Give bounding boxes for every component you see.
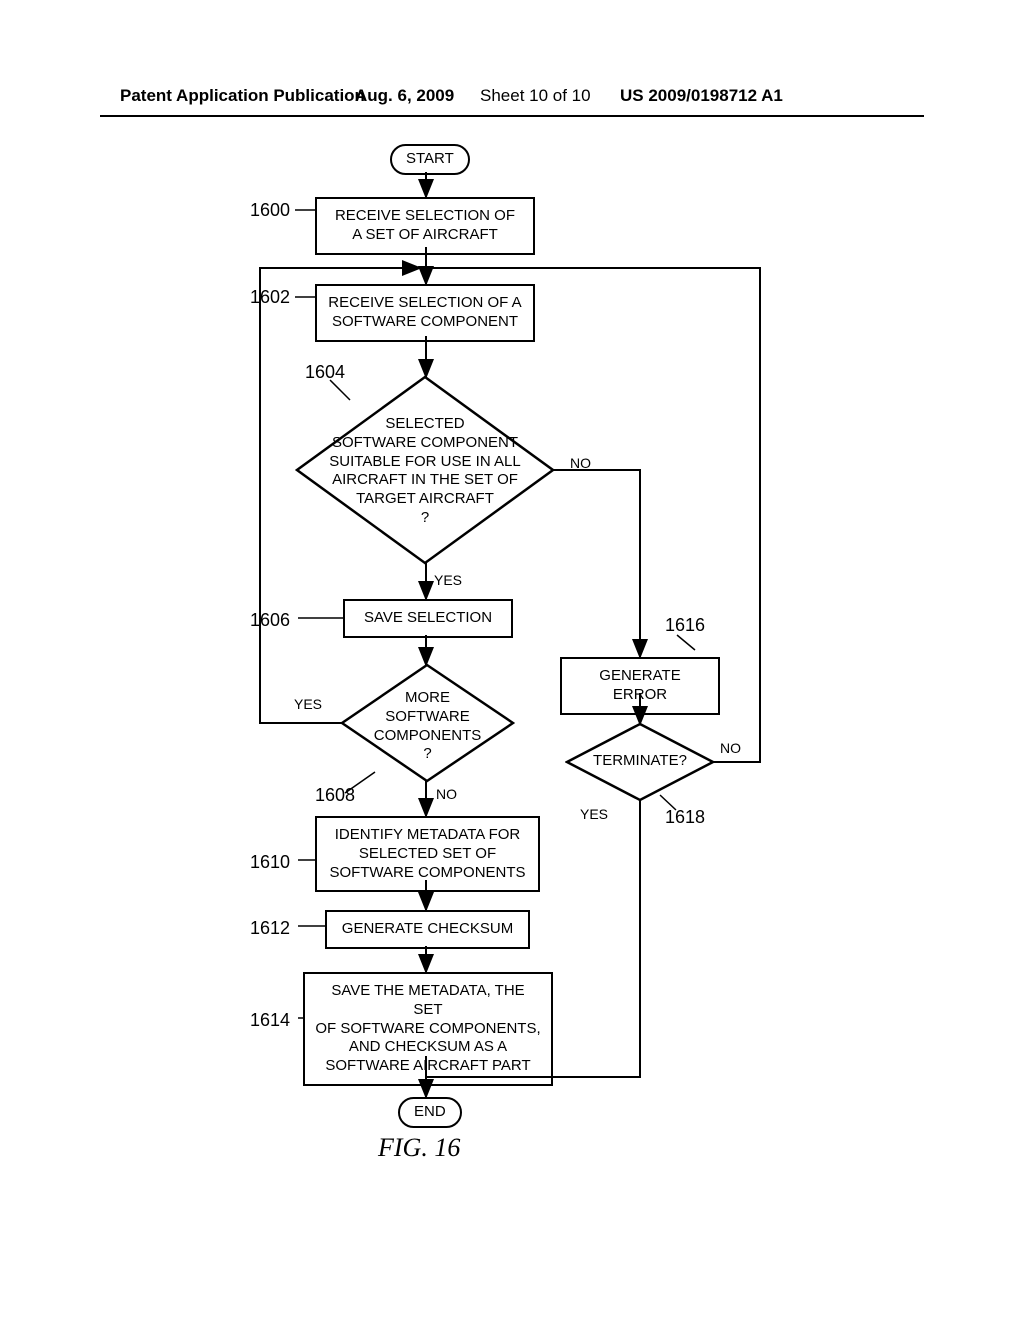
publication-label: Patent Application Publication <box>120 86 365 106</box>
sheet-number: Sheet 10 of 10 <box>480 86 591 106</box>
publication-date: Aug. 6, 2009 <box>355 86 454 106</box>
connectors <box>120 140 920 1140</box>
flowchart: START RECEIVE SELECTION OFA SET OF AIRCR… <box>120 140 924 1280</box>
header-rule <box>100 115 924 117</box>
page: Patent Application Publication Aug. 6, 2… <box>0 0 1024 1320</box>
publication-number: US 2009/0198712 A1 <box>620 86 783 106</box>
